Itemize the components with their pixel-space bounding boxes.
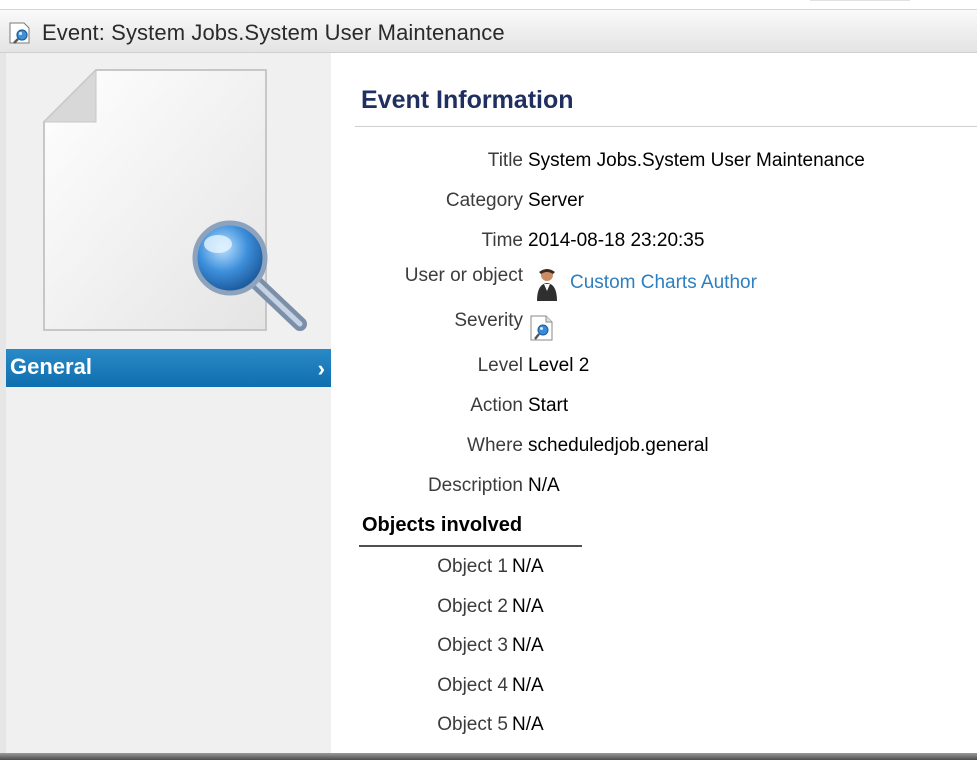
object-row: Object 2 N/A xyxy=(0,596,977,626)
field-label: Action xyxy=(470,395,523,416)
top-tab-edge xyxy=(810,0,910,7)
field-row-level: Level Level 2 xyxy=(0,355,977,385)
object-value: N/A xyxy=(512,635,544,656)
event-search-icon xyxy=(530,315,553,341)
objects-header: Objects involved xyxy=(362,514,523,536)
field-label: Severity xyxy=(454,310,523,331)
field-value: System Jobs.System User Maintenance xyxy=(528,150,865,171)
field-row-time: Time 2014-08-18 23:20:35 xyxy=(0,230,977,260)
window-title: Event: System Jobs.System User Maintenan… xyxy=(42,20,505,45)
object-label: Object 1 xyxy=(437,556,508,577)
field-label: User or object xyxy=(404,265,523,286)
field-row-title: Title System Jobs.System User Maintenanc… xyxy=(0,150,977,180)
object-label: Object 5 xyxy=(437,714,508,735)
field-row-description: Description N/A xyxy=(0,475,977,505)
user-icon xyxy=(537,269,557,301)
section-divider xyxy=(355,126,977,127)
field-label: Level xyxy=(477,355,523,376)
object-row: Object 3 N/A xyxy=(0,635,977,665)
objects-divider xyxy=(359,545,582,547)
field-label: Where xyxy=(467,435,523,456)
object-row: Object 1 N/A xyxy=(0,556,977,586)
object-value: N/A xyxy=(512,675,544,696)
section-title: Event Information xyxy=(361,86,574,114)
event-doc-icon xyxy=(9,22,30,44)
object-label: Object 3 xyxy=(437,635,508,656)
field-row-user: User or object xyxy=(0,265,977,295)
field-label: Time xyxy=(481,230,523,251)
object-label: Object 4 xyxy=(437,675,508,696)
object-value: N/A xyxy=(512,556,544,577)
field-label: Title xyxy=(487,150,523,171)
field-value: Level 2 xyxy=(528,355,590,376)
object-value: N/A xyxy=(512,596,544,617)
top-strip xyxy=(0,0,977,9)
field-row-category: Category Server xyxy=(0,190,977,220)
field-row-action: Action Start xyxy=(0,395,977,425)
object-value: N/A xyxy=(512,714,544,735)
field-row-where: Where scheduledjob.general xyxy=(0,435,977,465)
object-row: Object 5 N/A xyxy=(0,714,977,744)
field-value: Start xyxy=(528,395,569,416)
field-row-severity: Severity xyxy=(0,310,977,340)
object-row: Object 4 N/A xyxy=(0,675,977,705)
field-value: Server xyxy=(528,190,584,211)
field-label: Category xyxy=(445,190,523,211)
user-link[interactable]: Custom Charts Author xyxy=(570,272,757,294)
field-value: N/A xyxy=(528,475,560,496)
field-value: 2014-08-18 23:20:35 xyxy=(528,230,705,251)
field-value: scheduledjob.general xyxy=(528,435,709,456)
object-label: Object 2 xyxy=(437,596,508,617)
field-label: Description xyxy=(427,475,523,496)
window-titlebar: Event: System Jobs.System User Maintenan… xyxy=(0,9,977,53)
bottom-border xyxy=(0,753,977,760)
